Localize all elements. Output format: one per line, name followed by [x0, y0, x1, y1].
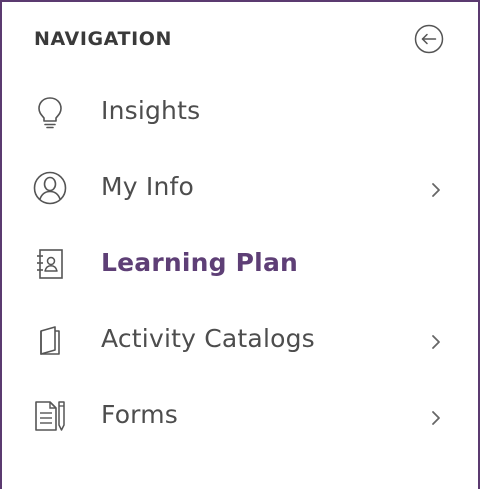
chevron-right-icon: [429, 332, 443, 352]
nav-item-label: My Info: [101, 172, 195, 201]
nav-item-insights[interactable]: Insights: [2, 76, 478, 152]
nav-item-forms[interactable]: Forms: [2, 380, 478, 456]
book-icon: [32, 322, 68, 358]
navigation-title: NAVIGATION: [34, 28, 172, 50]
navigation-list: Insights My Info Learning Plan Activity …: [2, 76, 478, 456]
collapse-navigation-button[interactable]: [414, 24, 444, 54]
nav-item-activity-catalogs[interactable]: Activity Catalogs: [2, 304, 478, 380]
nav-item-label: Learning Plan: [101, 248, 299, 277]
nav-item-label: Forms: [101, 400, 179, 429]
contact-book-icon: [32, 246, 68, 282]
nav-item-label: Insights: [101, 96, 201, 125]
user-circle-icon: [32, 170, 68, 206]
nav-item-label: Activity Catalogs: [101, 324, 315, 353]
nav-item-my-info[interactable]: My Info: [2, 152, 478, 228]
navigation-header: NAVIGATION: [34, 24, 454, 56]
chevron-right-icon: [429, 180, 443, 200]
nav-item-learning-plan[interactable]: Learning Plan: [2, 228, 478, 304]
chevron-right-icon: [429, 408, 443, 428]
arrow-left-circle-icon: [414, 24, 444, 54]
form-pencil-icon: [32, 398, 68, 434]
lightbulb-icon: [32, 94, 68, 130]
navigation-panel: NAVIGATION Insights My Info Learning Pla…: [0, 0, 480, 489]
